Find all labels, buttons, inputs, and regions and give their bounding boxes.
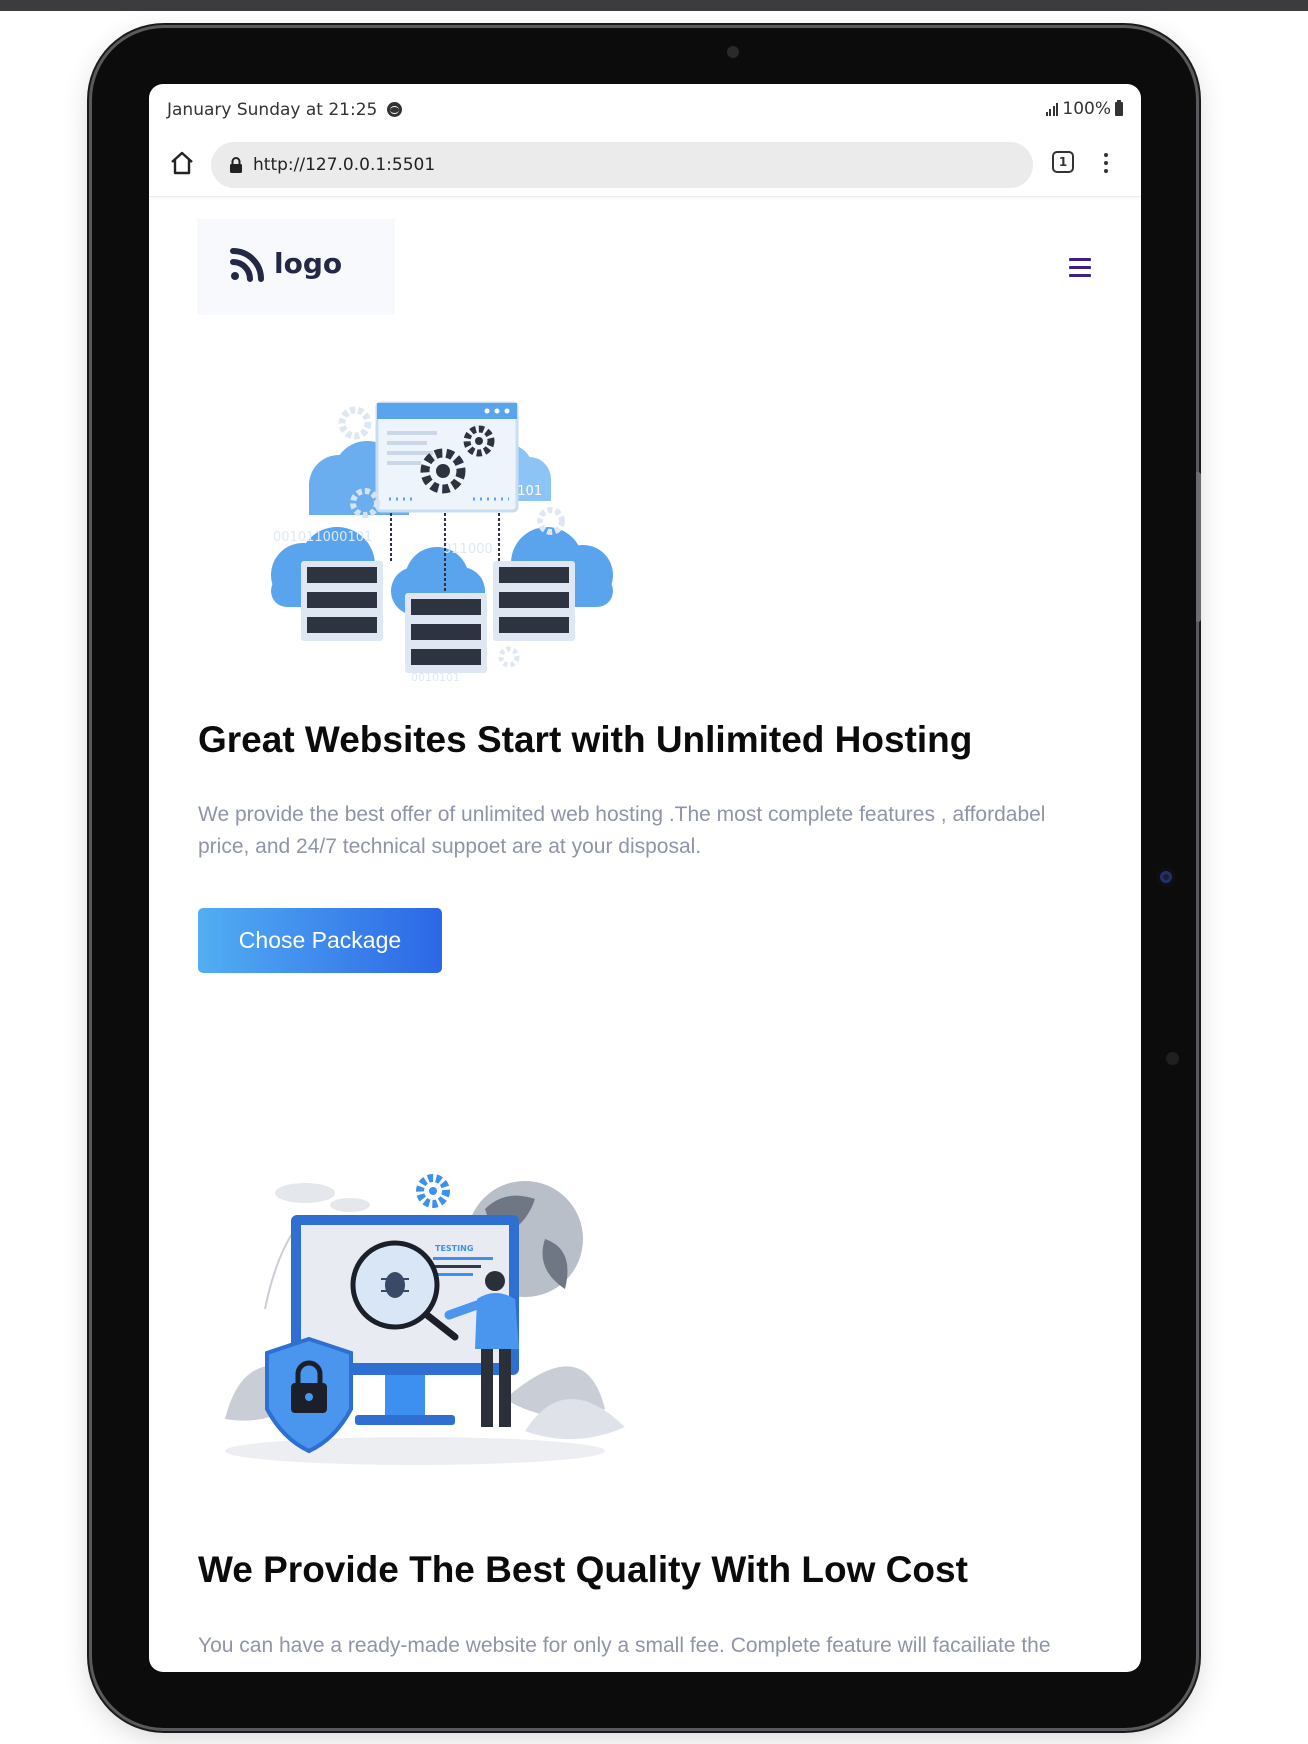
window-top-edge (0, 0, 1308, 11)
server-rack-right (493, 561, 575, 641)
tabs-icon[interactable]: 1 (1052, 151, 1074, 173)
side-camera (1157, 868, 1175, 886)
section2-description: You can have a ready-made website for on… (198, 1634, 1051, 1657)
status-bar: January Sunday at 21:25 100% (149, 84, 1141, 134)
front-camera (727, 46, 739, 58)
battery-icon (1115, 100, 1123, 116)
server-rack-middle (405, 593, 487, 673)
hero-title: Great Websites Start with Unlimited Host… (198, 719, 973, 760)
site-logo[interactable]: logo (197, 219, 395, 315)
browser-toolbar: http://127.0.0.1:5501 1 (149, 134, 1141, 197)
url-text: http://127.0.0.1:5501 (253, 155, 436, 175)
battery-percent: 100% (1062, 99, 1111, 119)
binary-label-001011000101: 001011000101 (273, 530, 372, 545)
tablet-screen: January Sunday at 21:25 100% http://127.… (149, 84, 1141, 1672)
status-time: January Sunday at 21:25 (167, 100, 402, 120)
testing-label: TESTING (435, 1244, 473, 1253)
home-button[interactable] (167, 148, 197, 178)
logo-mark-icon (230, 248, 264, 282)
lock-icon (230, 157, 242, 173)
status-time-text: January Sunday at 21:25 (167, 100, 378, 120)
home-icon (171, 151, 193, 175)
gear-icon (416, 1174, 450, 1208)
browser-window-graphic (375, 401, 519, 513)
padlock-icon (265, 1336, 353, 1454)
side-sensor (1166, 1052, 1179, 1065)
binary-label-011000: 011000 (443, 542, 493, 557)
spotify-icon (386, 102, 402, 117)
web-page: logo 0101 001011000101 011000 0010101 Gr… (149, 197, 1141, 1672)
tablet-side-button (1196, 472, 1201, 622)
logo-text: logo (274, 247, 343, 280)
section2-title: We Provide The Best Quality With Low Cos… (198, 1549, 968, 1590)
more-vertical-icon[interactable] (1099, 150, 1113, 176)
address-bar[interactable]: http://127.0.0.1:5501 (211, 142, 1033, 188)
testing-illustration: TESTING (225, 1174, 625, 1465)
cloud-decoration (275, 1183, 370, 1212)
hero-description: We provide the best offer of unlimited w… (198, 803, 1046, 858)
status-indicators: 100% (1045, 99, 1123, 119)
cloud-hosting-illustration: 0101 001011000101 011000 0010101 (271, 401, 613, 684)
hamburger-menu-icon[interactable] (1069, 258, 1091, 278)
signal-icon (1045, 102, 1059, 116)
server-rack-left (301, 561, 383, 641)
chose-package-button[interactable]: Chose Package (198, 908, 442, 973)
